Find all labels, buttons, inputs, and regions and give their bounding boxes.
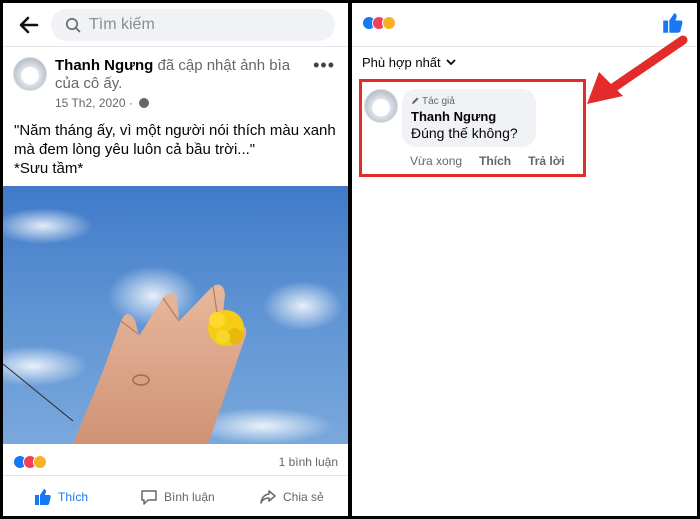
- haha-reaction-icon: [382, 16, 396, 30]
- thumbs-up-icon[interactable]: [662, 12, 684, 34]
- comment-like-button[interactable]: Thích: [479, 154, 511, 168]
- reaction-icons[interactable]: [362, 16, 402, 30]
- share-label: Chia sẻ: [283, 490, 324, 504]
- sort-label: Phù hợp nhất: [362, 55, 441, 70]
- author-tag-label: Tác giả: [422, 96, 455, 107]
- more-options-button[interactable]: •••: [313, 55, 335, 76]
- comment-reply-button[interactable]: Trả lời: [528, 154, 565, 168]
- annotation-arrow: [587, 35, 688, 104]
- globe-icon: [139, 98, 150, 108]
- comment-count[interactable]: 1 bình luận: [279, 455, 338, 469]
- author-badge: Tác giả: [411, 96, 455, 107]
- cover-photo[interactable]: [3, 186, 348, 444]
- author-name[interactable]: Thanh Ngưng: [55, 57, 153, 74]
- like-button[interactable]: Thích: [34, 488, 88, 506]
- cover-photo-illustration: [3, 208, 343, 444]
- avatar[interactable]: [364, 89, 398, 123]
- comment-button[interactable]: Bình luận: [140, 488, 215, 506]
- back-arrow-icon[interactable]: [17, 14, 39, 36]
- comment-label: Bình luận: [164, 490, 215, 504]
- search-input[interactable]: Tìm kiếm: [51, 9, 335, 41]
- post-date[interactable]: 15 Th2, 2020 ·: [55, 96, 150, 110]
- top-bar: Tìm kiếm: [3, 3, 348, 47]
- comment-actions: Vừa xong Thích Trả lời: [410, 154, 565, 168]
- haha-reaction-icon: [33, 455, 47, 469]
- sort-dropdown[interactable]: Phù hợp nhất: [362, 55, 456, 70]
- screenshot-frame: Tìm kiếm Thanh Ngưng đã cập nhật ảnh bìa…: [0, 0, 700, 519]
- comment-time: Vừa xong: [410, 154, 463, 168]
- chevron-down-icon: [446, 59, 456, 66]
- comment-icon: [141, 490, 157, 505]
- yellow-flower: [208, 310, 244, 346]
- comment-bubble[interactable]: Tác giả Thanh Ngưng Đúng thế không?: [402, 89, 536, 147]
- action-bar: Thích Bình luận Chia sẻ: [3, 479, 348, 515]
- like-label: Thích: [58, 490, 89, 504]
- thumbs-up-icon: [35, 489, 51, 505]
- post-panel: Tìm kiếm Thanh Ngưng đã cập nhật ảnh bìa…: [3, 3, 348, 516]
- comment-text: Đúng thế không?: [411, 125, 518, 141]
- post-author-line: Thanh Ngưng đã cập nhật ảnh bìa của cô ấ…: [55, 57, 315, 93]
- share-button[interactable]: Chia sẻ: [259, 488, 324, 506]
- share-icon: [260, 490, 276, 504]
- post-text: "Năm tháng ấy, vì một người nói thích mà…: [14, 122, 336, 177]
- post-date-text: 15 Th2, 2020 ·: [55, 96, 137, 110]
- pencil-icon: [412, 97, 419, 104]
- avatar[interactable]: [13, 57, 47, 91]
- search-placeholder: Tìm kiếm: [89, 16, 155, 33]
- post-header: Thanh Ngưng đã cập nhật ảnh bìa của cô ấ…: [3, 49, 348, 119]
- reactions-row[interactable]: 1 bình luận: [3, 448, 348, 476]
- search-icon: [66, 18, 81, 33]
- comment-author[interactable]: Thanh Ngưng: [411, 109, 496, 124]
